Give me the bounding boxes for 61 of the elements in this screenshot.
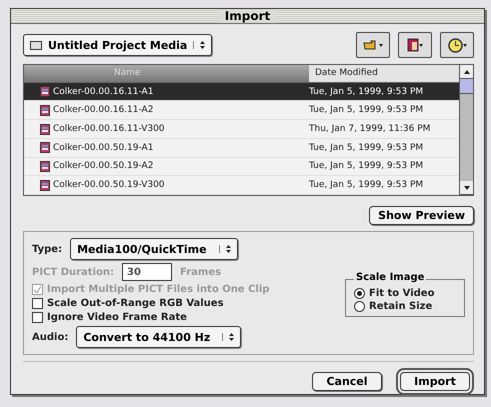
file-name: Colker-00.00.50.19-A1 — [53, 142, 154, 153]
type-label: Type: — [32, 244, 62, 254]
radio-button[interactable] — [354, 288, 365, 299]
pict-duration-label: PICT Duration: — [32, 266, 114, 278]
date-modified: Tue, Jan 5, 1999, 9:53 PM — [309, 161, 424, 172]
scroll-bar[interactable] — [459, 65, 473, 195]
folder-icon — [30, 40, 42, 50]
group-title: Scale Image — [354, 272, 426, 283]
checkbox[interactable] — [32, 298, 43, 309]
popup-arrows-icon — [229, 333, 234, 341]
file-row[interactable]: Colker-00.00.16.11-A1 Tue, Jan 5, 1999, 9:53 PM — [24, 82, 459, 102]
file-name: Colker-00.00.50.19-V300 — [53, 180, 165, 190]
dialog-button[interactable]: Cancel — [312, 372, 382, 391]
file-icon — [40, 86, 50, 98]
down-arrow-icon — [464, 186, 470, 190]
file-name: Colker-00.00.16.11-A1 — [53, 86, 154, 97]
file-name: Colker-00.00.16.11-V300 — [53, 124, 165, 134]
frames-label: Frames — [180, 266, 222, 278]
date-modified: Tue, Jan 5, 1999, 9:53 PM — [309, 142, 424, 153]
type-popup[interactable]: Media100/QuickTime — [70, 238, 238, 260]
window-title: Import — [218, 9, 276, 23]
up-arrow-icon — [464, 70, 470, 74]
column-header[interactable]: Date Modified — [309, 65, 459, 83]
checkbox[interactable] — [32, 312, 43, 323]
caret-icon — [379, 44, 383, 46]
toolbar-button[interactable] — [398, 32, 432, 58]
checkbox-label: Scale Out-of-Range RGB Values — [47, 298, 224, 309]
show-preview-button[interactable]: Show Preview — [369, 206, 474, 225]
folder-popup[interactable]: Untitled Project Media — [23, 34, 212, 56]
scroll-thumb[interactable] — [460, 79, 473, 94]
file-icon — [40, 160, 50, 172]
caret-icon — [462, 44, 466, 46]
file-icon — [40, 142, 50, 154]
clock-icon — [448, 38, 462, 52]
file-row[interactable]: Colker-00.00.50.19-V300 Tue, Jan 5, 1999, 9:53 PM — [24, 176, 459, 196]
file-row[interactable]: Colker-00.00.50.19-A2 Tue, Jan 5, 1999, 9:53 PM — [24, 158, 459, 176]
date-modified: Tue, Jan 5, 1999, 9:53 PM — [309, 86, 424, 97]
date-modified: Tue, Jan 5, 1999, 9:53 PM — [309, 105, 424, 116]
date-modified: Thu, Jan 7, 1999, 11:36 PM — [309, 124, 432, 134]
date-modified: Tue, Jan 5, 1999, 9:53 PM — [309, 180, 424, 190]
file-name: Colker-00.00.16.11-A2 — [53, 105, 154, 116]
toolbar-button[interactable] — [356, 32, 390, 58]
file-row[interactable]: Colker-00.00.16.11-V300 Thu, Jan 7, 1999, 11:36 PM — [24, 120, 459, 139]
checkbox-label: Import Multiple PICT Files into One Clip — [47, 284, 270, 295]
popup-arrows-icon — [200, 41, 206, 49]
radio-button[interactable] — [354, 301, 365, 312]
document-icon — [407, 38, 419, 52]
audio-label: Audio: — [32, 332, 68, 342]
toolbar-button[interactable] — [440, 32, 474, 58]
checkbox-label: Ignore Video Frame Rate — [47, 312, 187, 323]
file-icon — [40, 104, 50, 116]
caret-icon — [419, 44, 423, 46]
audio-popup[interactable]: Convert to 44100 Hz — [76, 326, 242, 348]
file-name: Colker-00.00.50.19-A2 — [53, 161, 154, 172]
file-icon — [40, 180, 50, 191]
file-row[interactable]: Colker-00.00.50.19-A1 Tue, Jan 5, 1999, 9:53 PM — [24, 138, 459, 158]
popup-arrows-icon — [226, 245, 231, 253]
file-icon — [40, 124, 50, 135]
file-row[interactable]: Colker-00.00.16.11-A2 Tue, Jan 5, 1999, 9:53 PM — [24, 101, 459, 120]
radio-label: Fit to Video — [369, 288, 434, 299]
radio-label: Retain Size — [369, 301, 432, 312]
